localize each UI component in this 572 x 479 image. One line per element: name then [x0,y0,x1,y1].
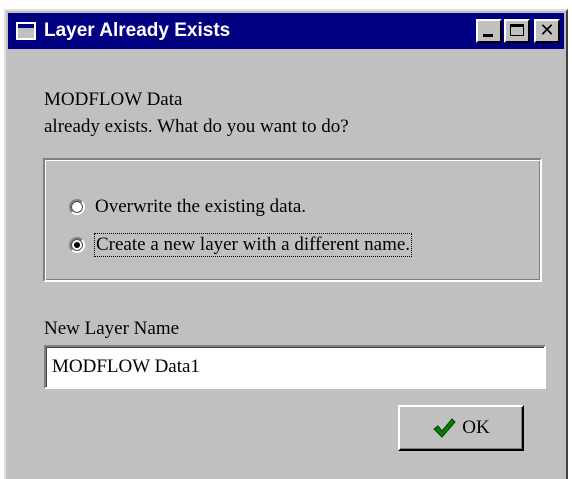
option-overwrite[interactable]: Overwrite the existing data. [69,196,306,218]
close-button[interactable]: ✕ [534,19,560,43]
checkmark-icon [433,418,456,438]
title-bar[interactable]: Layer Already Exists ✕ [8,13,564,49]
maximize-button[interactable] [504,19,530,43]
options-group: Overwrite the existing data. Create a ne… [43,158,542,282]
radio-create-new[interactable] [69,237,85,253]
new-layer-name-input[interactable] [44,345,546,389]
radio-overwrite[interactable] [69,199,85,215]
option-create-new[interactable]: Create a new layer with a different name… [69,233,413,257]
new-layer-name-label: New Layer Name [44,318,180,339]
window-menu-icon[interactable] [16,22,36,40]
option-create-new-label[interactable]: Create a new layer with a different name… [93,233,413,257]
message-line-1: MODFLOW Data [44,89,183,110]
dialog-title: Layer Already Exists [44,20,231,41]
option-overwrite-label[interactable]: Overwrite the existing data. [95,196,306,218]
minimize-button[interactable] [476,19,502,43]
ok-button-label: OK [462,417,490,438]
close-icon: ✕ [539,20,555,41]
ok-button[interactable]: OK [398,405,524,451]
message-line-2: already exists. What do you want to do? [44,116,349,137]
